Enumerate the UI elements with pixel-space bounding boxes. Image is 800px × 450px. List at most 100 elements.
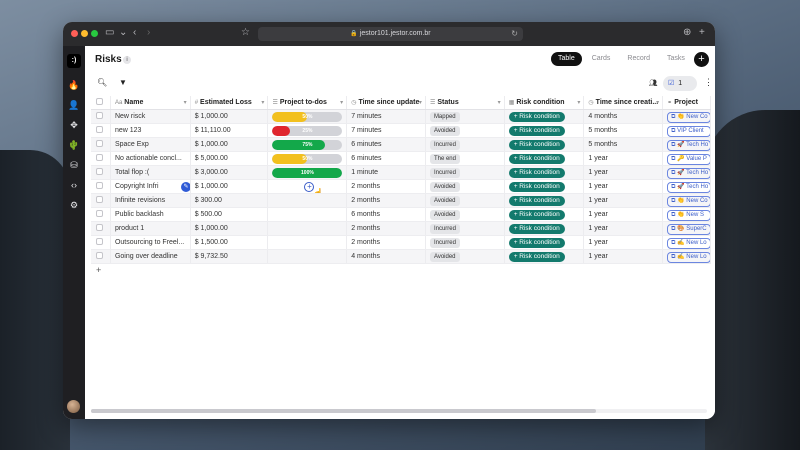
cell-risk-condition[interactable]: + Risk condition (505, 194, 585, 207)
cell-project[interactable]: ⧉ 🚀 Tech Ho (663, 138, 711, 151)
tab-record[interactable]: Record (620, 52, 657, 66)
row-select-cell[interactable] (91, 250, 111, 263)
cell-status[interactable]: Incurred (426, 166, 505, 179)
forward-arrow-icon[interactable]: › (147, 27, 150, 39)
row-checkbox[interactable] (96, 251, 103, 259)
people-icon[interactable]: 👥︎ (646, 77, 660, 90)
cell-risk-condition[interactable]: + Risk condition (505, 138, 585, 151)
cell-project-todos[interactable]: 50% (268, 110, 348, 123)
table-row[interactable]: Going over deadline $ 9,732.50 4 months Avo… (91, 250, 711, 264)
column-header-estimated-loss[interactable]: # Estimated Loss ▾ (191, 96, 269, 109)
risk-condition-button[interactable]: + Risk condition (508, 126, 565, 136)
cell-estimated-loss[interactable]: $ 1,000.00 (191, 222, 269, 235)
horizontal-scrollbar[interactable] (91, 409, 707, 413)
chevron-down-icon[interactable]: ▾ (184, 96, 187, 109)
cell-name[interactable]: Public backlash (111, 208, 191, 221)
cell-project-todos[interactable] (268, 222, 348, 235)
cell-project-todos[interactable] (268, 250, 348, 263)
sidebar-toggle-icon[interactable]: ▭ (105, 27, 114, 39)
row-select-cell[interactable] (91, 166, 111, 179)
cell-risk-condition[interactable]: + Risk condition (505, 222, 585, 235)
risk-condition-button[interactable]: + Risk condition (508, 252, 565, 262)
project-link[interactable]: ⧉ 🚀 Tech Ho (667, 168, 711, 179)
cell-project[interactable]: ⧉ VIP Client (663, 124, 711, 137)
cell-risk-condition[interactable]: + Risk condition (505, 180, 585, 193)
star-icon[interactable]: ☆ (241, 27, 250, 39)
row-select-cell[interactable] (91, 208, 111, 221)
cell-status[interactable]: Avoided (426, 194, 505, 207)
cell-risk-condition[interactable]: + Risk condition (505, 236, 585, 249)
chevron-down-icon[interactable]: ▾ (261, 96, 264, 109)
cell-status[interactable]: Avoided (426, 124, 505, 137)
row-checkbox[interactable] (96, 111, 103, 119)
cell-name[interactable]: Infinite revisions (111, 194, 191, 207)
row-checkbox[interactable] (96, 195, 103, 203)
project-link[interactable]: ⧉ 👏 New Co (667, 112, 711, 123)
cell-status[interactable]: Mapped (426, 110, 505, 123)
reload-icon[interactable]: ↻ (511, 27, 518, 41)
table-row[interactable]: Public backlash $ 500.00 6 months Avoided + … (91, 208, 711, 222)
risk-condition-button[interactable]: + Risk condition (508, 112, 565, 122)
cell-name[interactable]: Total flop :( (111, 166, 191, 179)
risk-condition-button[interactable]: + Risk condition (508, 182, 565, 192)
table-row[interactable]: product 1 $ 1,000.00 2 months Incurred + Ris… (91, 222, 711, 236)
app-logo[interactable]: :) (67, 54, 81, 68)
back-arrow-icon[interactable]: ‹ (133, 27, 136, 39)
header-select-all[interactable] (91, 96, 111, 109)
cell-risk-condition[interactable]: + Risk condition (505, 124, 585, 137)
cell-estimated-loss[interactable]: $ 11,110.00 (191, 124, 269, 137)
risk-condition-button[interactable]: + Risk condition (508, 224, 565, 234)
cell-project[interactable]: ⧉ 👏 New S (663, 208, 711, 221)
cell-estimated-loss[interactable]: $ 500.00 (191, 208, 269, 221)
row-checkbox[interactable] (96, 237, 103, 245)
row-select-cell[interactable] (91, 138, 111, 151)
row-select-cell[interactable] (91, 180, 111, 193)
cell-status[interactable]: Avoided (426, 208, 505, 221)
scrollbar-thumb[interactable] (91, 409, 597, 413)
project-link[interactable]: ⧉ ✍️ New Lo (667, 252, 711, 263)
cell-status[interactable]: Avoided (426, 180, 505, 193)
zoom-window-button[interactable] (91, 30, 98, 37)
cell-project-todos[interactable] (268, 194, 348, 207)
project-link[interactable]: ⧉ 🔑 Value P (667, 154, 711, 165)
cell-name[interactable]: Copyright Infri✎⤢ (111, 180, 191, 193)
cell-project[interactable]: ⧉ ✍️ New Lo (663, 250, 711, 263)
cell-estimated-loss[interactable]: $ 1,000.00 (191, 180, 269, 193)
column-header-status[interactable]: ☰ Status ▾ (426, 96, 505, 109)
edit-pencil-icon[interactable]: ✎ (180, 182, 190, 192)
cell-project[interactable]: ⧉ 🔑 Value P (663, 152, 711, 165)
cell-risk-condition[interactable]: + Risk condition (505, 110, 585, 123)
filter-icon[interactable]: ▼ (119, 78, 127, 87)
column-header-project-todos[interactable]: ☰ Project to-dos ▾ (268, 96, 348, 109)
fire-icon[interactable]: 🔥 (68, 79, 80, 91)
table-row[interactable]: new 123 $ 11,110.00 25% 7 minutes Avoided + R… (91, 124, 711, 138)
tab-table[interactable]: Table (551, 52, 582, 66)
risk-condition-button[interactable]: + Risk condition (508, 210, 565, 220)
table-row[interactable]: Outsourcing to Freel... $ 1,500.00 2 month… (91, 236, 711, 250)
cell-name[interactable]: Outsourcing to Freel... (111, 236, 191, 249)
project-link[interactable]: ⧉ 🚀 Tech Ho (667, 140, 711, 151)
download-icon[interactable]: ⊕ (683, 27, 691, 39)
cell-name[interactable]: Space Exp (111, 138, 191, 151)
row-select-cell[interactable] (91, 194, 111, 207)
cell-name[interactable]: New risck (111, 110, 191, 123)
cell-estimated-loss[interactable]: $ 1,000.00 (191, 138, 269, 151)
active-filter-pill[interactable]: ☑ 1 (663, 76, 697, 91)
risk-condition-button[interactable]: + Risk condition (508, 168, 565, 178)
move-icon[interactable]: ✥ (68, 119, 80, 131)
cell-project[interactable]: ⧉ 👏 New Co (663, 194, 711, 207)
code-icon[interactable]: ‹› (68, 179, 80, 191)
project-link[interactable]: ⧉ VIP Client (667, 126, 711, 137)
cell-name[interactable]: Going over deadline (111, 250, 191, 263)
column-header-name[interactable]: Aa Name ▾ (111, 96, 191, 109)
cell-project-todos[interactable] (268, 236, 348, 249)
row-checkbox[interactable] (96, 139, 103, 147)
table-row[interactable]: Copyright Infri✎⤢$ 1,000.00+☝2 monthsAvo… (91, 180, 711, 194)
database-icon[interactable]: ⛁ (68, 159, 80, 171)
cell-project[interactable]: ⧉ 🎨 SuperC (663, 222, 711, 235)
row-select-cell[interactable] (91, 236, 111, 249)
row-checkbox[interactable] (96, 181, 103, 189)
tab-tasks[interactable]: Tasks (660, 52, 692, 66)
search-icon[interactable]: 🔍︎ (97, 78, 107, 87)
cell-project[interactable]: ⧉ ✍️ New Lo (663, 236, 711, 249)
